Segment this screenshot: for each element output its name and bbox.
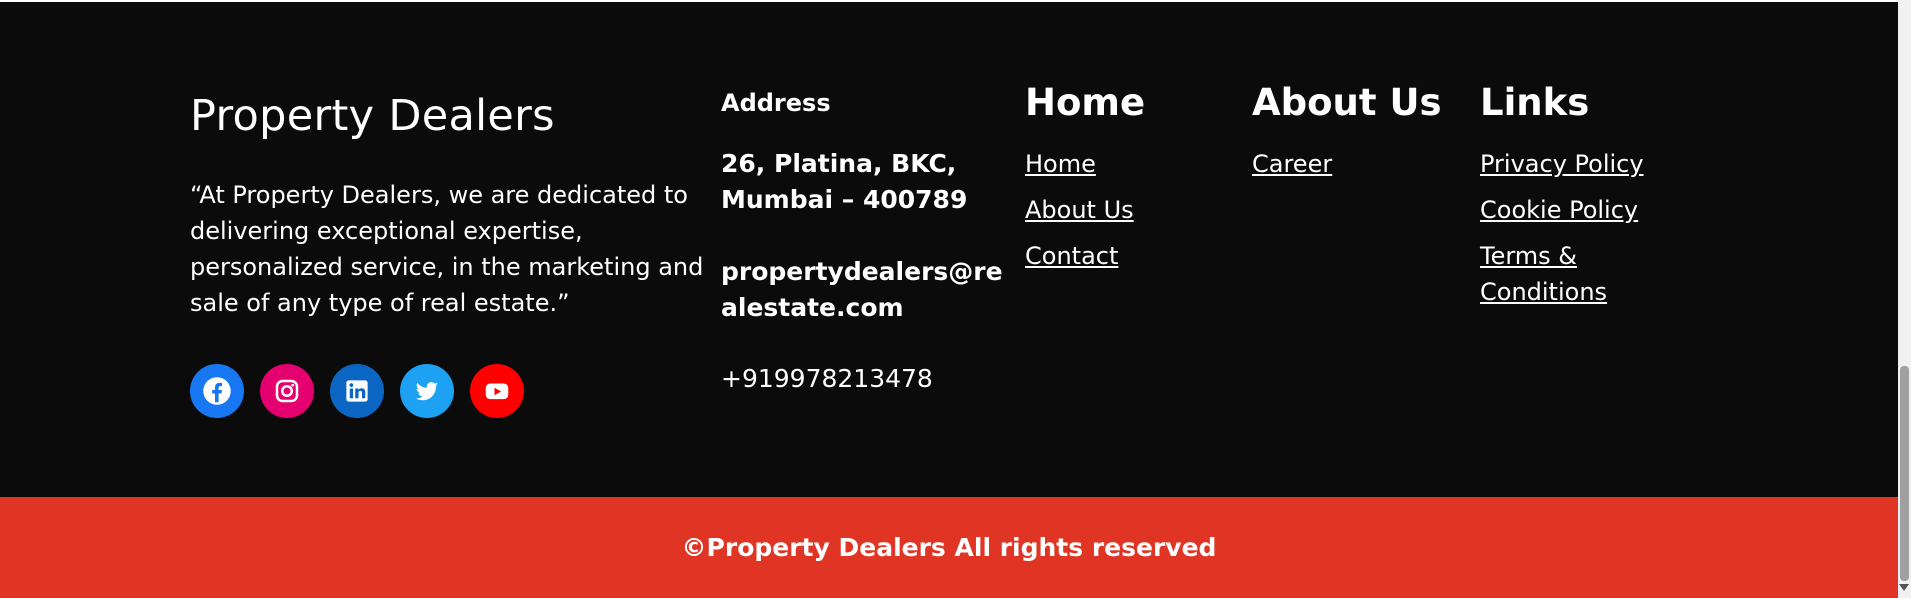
phone-number: +919978213478 [721, 364, 933, 393]
linkedin-icon [346, 380, 368, 402]
brand-description: “At Property Dealers, we are dedicated t… [190, 181, 704, 317]
instagram-icon [275, 379, 299, 403]
scroll-down-arrow-icon[interactable] [1899, 584, 1909, 591]
address-heading: Address [721, 89, 831, 117]
address-column: Address 26, Platina, BKC, Mumbai – 40078… [721, 88, 1011, 396]
contact-link[interactable]: Contact [1025, 238, 1235, 274]
facebook-link[interactable] [190, 364, 244, 418]
copyright-text: ©Property Dealers All rights reserved [681, 533, 1217, 562]
policy-links: Privacy Policy Cookie Policy Terms & Con… [1480, 146, 1690, 310]
about-us-link[interactable]: About Us [1025, 192, 1235, 228]
terms-conditions-link[interactable]: Terms & Conditions [1480, 238, 1690, 310]
youtube-link[interactable] [470, 364, 524, 418]
vertical-scrollbar[interactable] [1898, 0, 1911, 598]
about-links: Career [1252, 146, 1462, 182]
page: Property Dealers “At Property Dealers, w… [0, 0, 1911, 598]
linkedin-link[interactable] [330, 364, 384, 418]
career-link[interactable]: Career [1252, 146, 1462, 182]
home-heading: Home [1025, 81, 1146, 124]
about-column: About Us Career [1252, 80, 1462, 192]
copyright-bar: ©Property Dealers All rights reserved [0, 497, 1898, 598]
home-column: Home Home About Us Contact [1025, 80, 1235, 284]
site-footer: Property Dealers “At Property Dealers, w… [0, 2, 1898, 497]
instagram-link[interactable] [260, 364, 314, 418]
about-heading: About Us [1252, 81, 1442, 124]
twitter-link[interactable] [400, 364, 454, 418]
facebook-icon [203, 377, 231, 405]
brand-column: Property Dealers “At Property Dealers, w… [190, 90, 710, 321]
address-line: 26, Platina, BKC, Mumbai – 400789 [721, 149, 968, 214]
email-address: propertydealers@realestate.com [721, 257, 1003, 322]
scrollbar-thumb[interactable] [1900, 366, 1909, 581]
home-link[interactable]: Home [1025, 146, 1235, 182]
home-links: Home About Us Contact [1025, 146, 1235, 274]
links-column: Links Privacy Policy Cookie Policy Terms… [1480, 80, 1690, 320]
youtube-icon [485, 383, 509, 400]
social-links [190, 364, 524, 418]
links-heading: Links [1480, 81, 1590, 124]
brand-title: Property Dealers [190, 91, 555, 141]
cookie-policy-link[interactable]: Cookie Policy [1480, 192, 1690, 228]
privacy-policy-link[interactable]: Privacy Policy [1480, 146, 1690, 182]
twitter-icon [415, 382, 439, 401]
